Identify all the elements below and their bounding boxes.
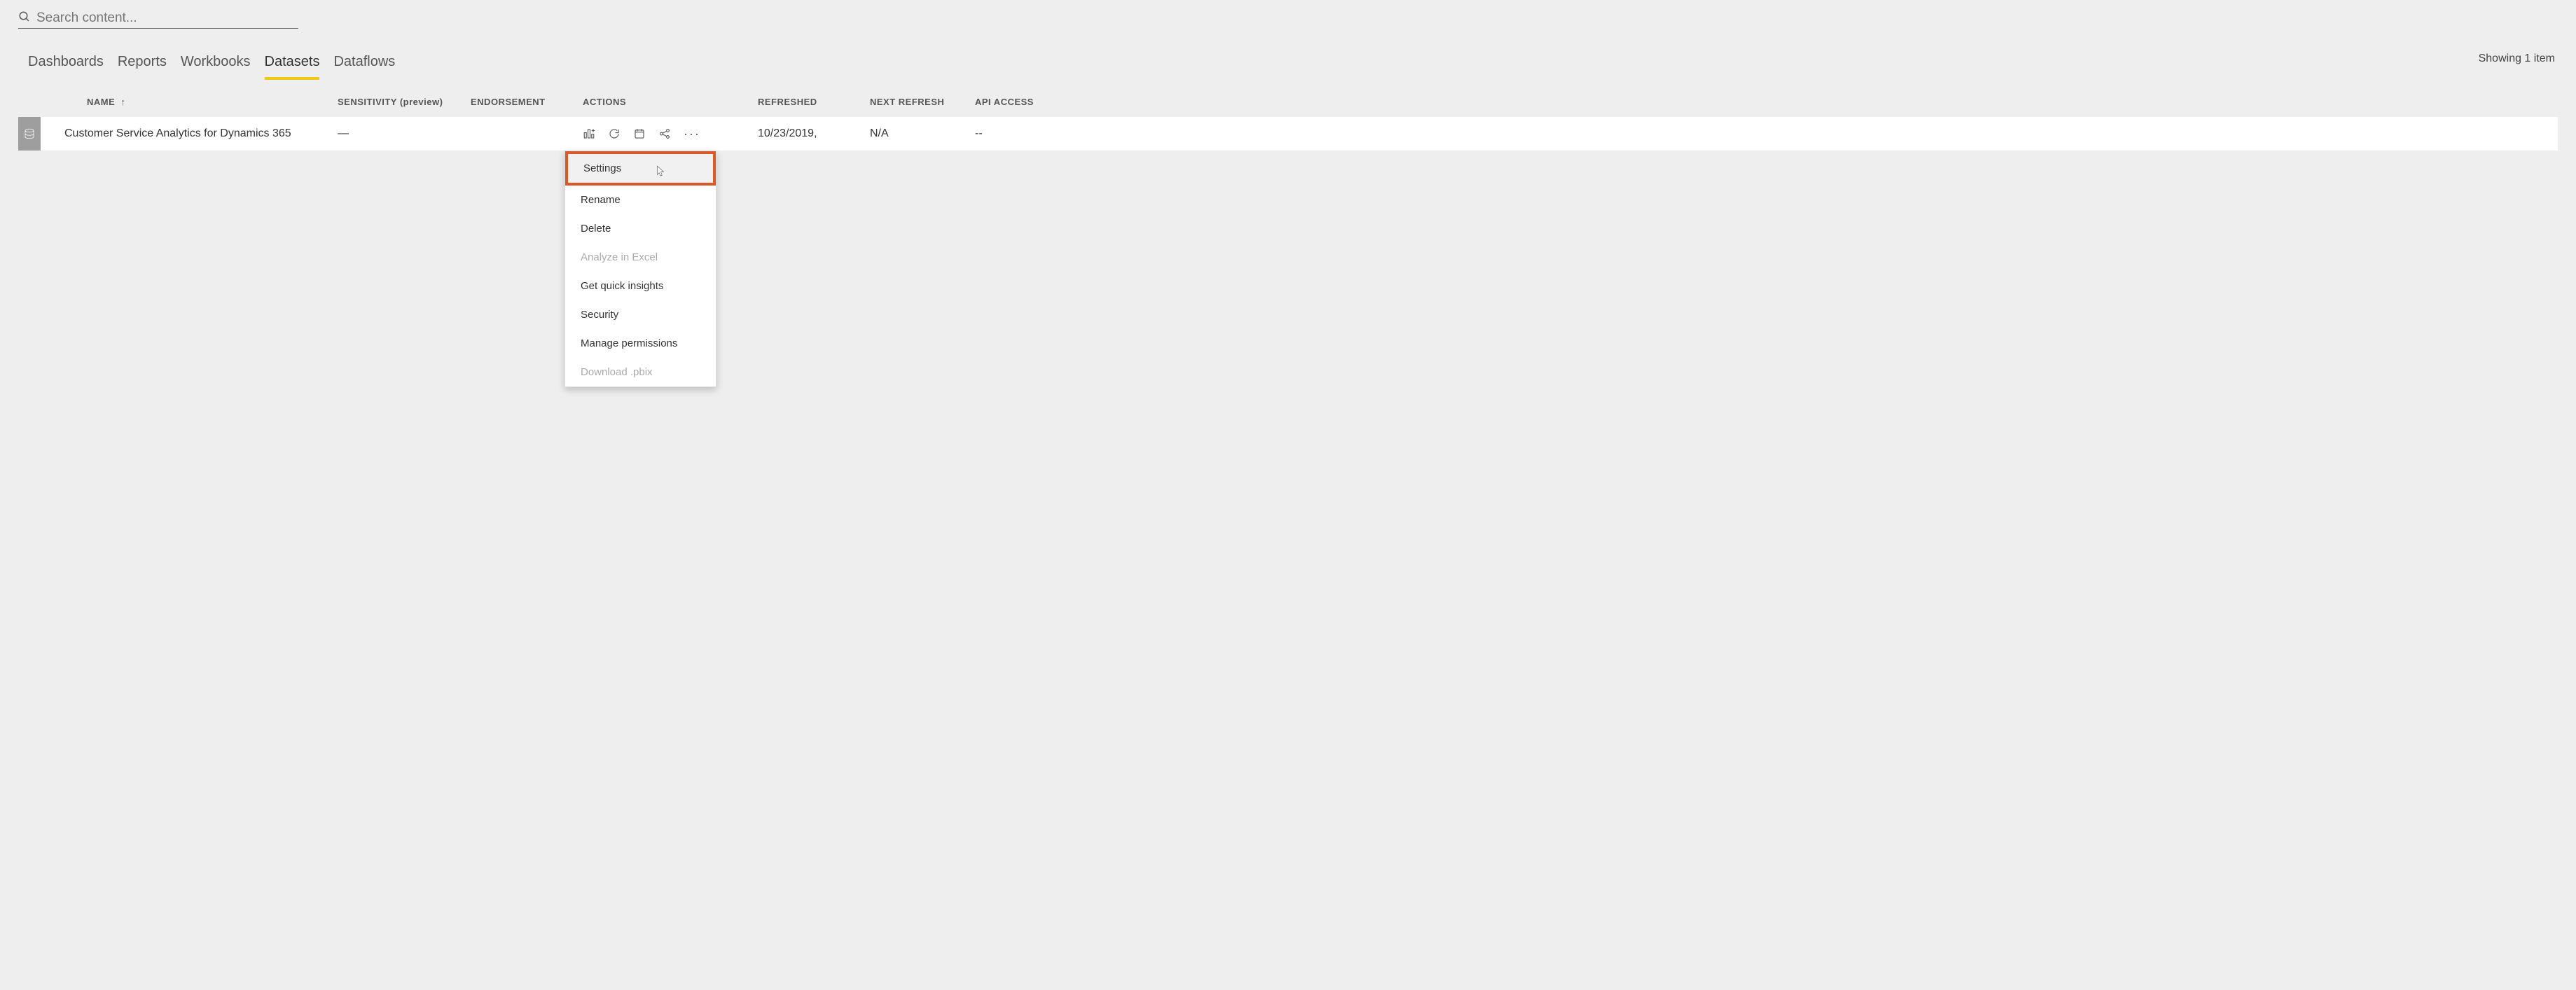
row-name[interactable]: Customer Service Analytics for Dynamics … [57, 127, 338, 140]
menu-item-delete[interactable]: Delete [565, 214, 716, 243]
tab-dataflows[interactable]: Dataflows [333, 50, 395, 80]
sort-asc-icon: ↑ [120, 97, 125, 107]
col-name-label: NAME [87, 97, 115, 107]
share-icon[interactable] [658, 127, 671, 140]
row-sensitivity: — [338, 127, 471, 140]
menu-item-label: Settings [583, 162, 621, 174]
row-actions: ··· [583, 127, 758, 140]
menu-item-analyze-excel: Analyze in Excel [565, 243, 716, 272]
tab-reports[interactable]: Reports [118, 50, 167, 80]
tab-datasets[interactable]: Datasets [265, 50, 320, 80]
row-api-access: -- [975, 127, 1080, 140]
col-actions: ACTIONS [583, 97, 758, 107]
col-api-access[interactable]: API ACCESS [975, 97, 1080, 107]
col-sensitivity[interactable]: SENSITIVITY (preview) [338, 97, 471, 107]
search-box[interactable] [18, 8, 298, 29]
row-refreshed: 10/23/2019, [758, 127, 870, 140]
search-icon [18, 11, 31, 26]
content-tabs: Dashboards Reports Workbooks Datasets Da… [18, 50, 2479, 80]
item-count-label: Showing 1 item [2479, 53, 2555, 65]
col-refreshed[interactable]: REFRESHED [758, 97, 870, 107]
menu-item-settings[interactable]: Settings [565, 151, 716, 186]
table-row[interactable]: Customer Service Analytics for Dynamics … [18, 117, 2558, 151]
tab-workbooks[interactable]: Workbooks [181, 50, 251, 80]
cursor-pointer-icon [656, 165, 665, 178]
context-menu: Settings Rename Delete Analyze in Excel … [565, 151, 716, 387]
menu-item-rename[interactable]: Rename [565, 186, 716, 214]
content-table: NAME ↑ SENSITIVITY (preview) ENDORSEMENT… [18, 87, 2558, 151]
create-report-icon[interactable] [583, 127, 595, 140]
menu-item-manage-permissions[interactable]: Manage permissions [565, 329, 716, 358]
table-header: NAME ↑ SENSITIVITY (preview) ENDORSEMENT… [18, 87, 2558, 117]
col-next-refresh[interactable]: NEXT REFRESH [870, 97, 975, 107]
tab-dashboards[interactable]: Dashboards [28, 50, 104, 80]
menu-item-quick-insights[interactable]: Get quick insights [565, 272, 716, 300]
refresh-now-icon[interactable] [608, 127, 621, 140]
row-next-refresh: N/A [870, 127, 975, 140]
search-input[interactable] [35, 10, 298, 27]
menu-item-security[interactable]: Security [565, 300, 716, 329]
schedule-refresh-icon[interactable] [633, 127, 646, 140]
col-name[interactable]: NAME ↑ [57, 97, 338, 107]
dataset-icon [18, 117, 41, 151]
menu-item-download-pbix: Download .pbix [565, 358, 716, 386]
col-endorsement[interactable]: ENDORSEMENT [471, 97, 583, 107]
